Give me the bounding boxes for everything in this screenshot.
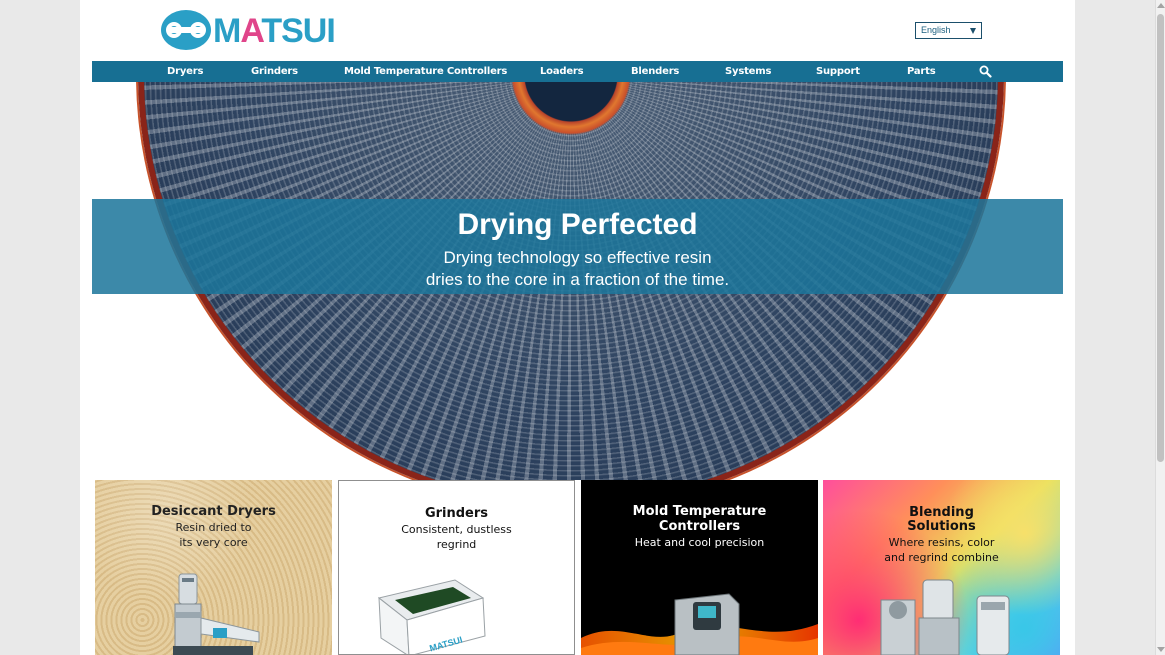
hero-banner[interactable]: Drying Perfected Drying technology so ef… bbox=[92, 82, 1063, 480]
scrollbar-thumb[interactable] bbox=[1157, 14, 1164, 462]
hero-caption: Drying Perfected Drying technology so ef… bbox=[92, 199, 1063, 294]
page-scrollbar[interactable] bbox=[1155, 0, 1165, 655]
card-title: Grinders bbox=[424, 506, 489, 521]
nav-item-support[interactable]: Support bbox=[816, 61, 860, 82]
scroll-down-icon[interactable] bbox=[1157, 647, 1165, 652]
hero-subtitle-line2: dries to the core in a fraction of the t… bbox=[425, 270, 730, 289]
logo-wordmark: MATSUI bbox=[213, 12, 336, 50]
nav-item-loaders[interactable]: Loaders bbox=[540, 61, 584, 82]
dryer-product-image bbox=[173, 573, 260, 655]
card-subtitle-line1: Consistent, dustless bbox=[401, 523, 512, 536]
main-nav: Dryers Grinders Mold Temperature Control… bbox=[92, 61, 1063, 82]
card-subtitle-line2: regrind bbox=[436, 538, 477, 551]
card-subtitle-line1: Resin dried to bbox=[175, 521, 252, 534]
language-value: English bbox=[921, 25, 951, 35]
scroll-up-icon[interactable] bbox=[1157, 3, 1165, 8]
hero-title: Drying Perfected bbox=[457, 208, 698, 241]
card-title-line2: Controllers bbox=[658, 519, 741, 534]
card-title-line1: Mold Temperature bbox=[632, 504, 767, 519]
search-icon[interactable] bbox=[979, 65, 992, 78]
card-blending-solutions[interactable]: Blending Solutions Where resins, color a… bbox=[823, 480, 1060, 655]
mold-controller-product-image bbox=[581, 593, 818, 655]
hero-subtitle: Drying technology so effective resin dri… bbox=[92, 247, 1063, 291]
card-subtitle-line2: and regrind combine bbox=[884, 551, 999, 564]
card-title-line2: Solutions bbox=[907, 519, 976, 534]
blender-product-image bbox=[880, 579, 1010, 655]
page: MATSUI English Dryers Grinders Mold Temp… bbox=[80, 0, 1075, 655]
nav-item-systems[interactable]: Systems bbox=[725, 61, 771, 82]
nav-item-parts[interactable]: Parts bbox=[907, 61, 936, 82]
chevron-down-icon bbox=[970, 28, 976, 34]
language-select[interactable]: English bbox=[915, 22, 982, 39]
card-subtitle-line2: its very core bbox=[179, 536, 248, 549]
card-title-line1: Blending bbox=[909, 505, 974, 520]
card-title: Desiccant Dryers bbox=[151, 504, 276, 519]
hero-subtitle-line1: Drying technology so effective resin bbox=[443, 248, 712, 267]
matsui-logo[interactable]: MATSUI bbox=[161, 10, 336, 50]
card-subtitle-line1: Where resins, color bbox=[888, 536, 995, 549]
card-desiccant-dryers[interactable]: Desiccant Dryers Resin dried to its very… bbox=[95, 480, 332, 655]
card-grinders[interactable]: Grinders Consistent, dustless regrind MA… bbox=[338, 480, 575, 655]
logo-mark-icon bbox=[161, 10, 211, 50]
nav-item-dryers[interactable]: Dryers bbox=[167, 61, 203, 82]
card-mold-temperature-controllers[interactable]: Mold Temperature Controllers Heat and co… bbox=[581, 480, 818, 655]
nav-item-blenders[interactable]: Blenders bbox=[631, 61, 679, 82]
card-subtitle-line1: Heat and cool precision bbox=[634, 536, 765, 549]
nav-item-mold-temperature-controllers[interactable]: Mold Temperature Controllers bbox=[344, 61, 507, 82]
nav-item-grinders[interactable]: Grinders bbox=[251, 61, 298, 82]
